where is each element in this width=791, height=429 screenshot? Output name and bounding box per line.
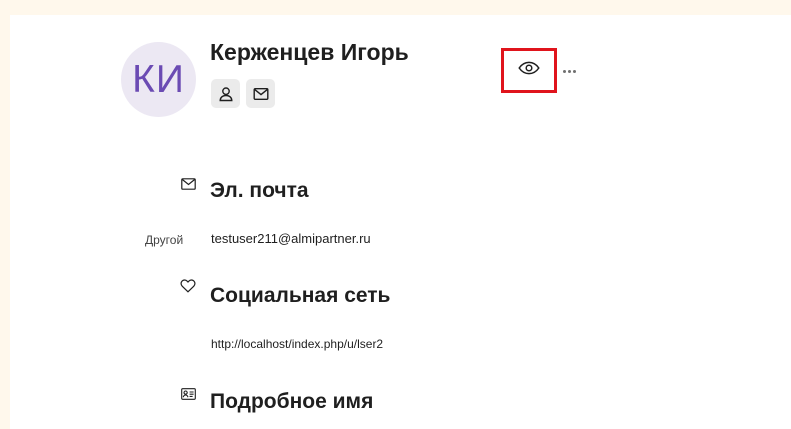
user-icon — [218, 86, 234, 102]
profile-button[interactable] — [211, 79, 240, 108]
more-actions-button[interactable] — [560, 64, 578, 78]
contact-actions — [211, 79, 275, 108]
mail-icon — [253, 87, 269, 101]
mail-icon — [179, 175, 197, 193]
email-type-label: Другой — [145, 233, 184, 247]
eye-icon — [518, 61, 540, 80]
avatar: КИ — [121, 42, 196, 117]
send-email-button[interactable] — [246, 79, 275, 108]
more-dot — [572, 69, 576, 73]
email-value[interactable]: testuser211@almipartner.ru — [211, 231, 371, 246]
heart-icon — [179, 277, 197, 295]
social-link[interactable]: http://localhost/index.php/u/lser2 — [211, 337, 383, 351]
id-card-icon — [179, 385, 197, 403]
email-section-title: Эл. почта — [210, 179, 309, 202]
contact-name: Керженцев Игорь — [210, 39, 409, 65]
fullname-section-title: Подробное имя — [210, 390, 374, 413]
more-dot — [567, 69, 571, 73]
social-section-title: Социальная сеть — [210, 284, 391, 307]
avatar-initials: КИ — [132, 57, 185, 101]
more-horizontal-icon — [562, 69, 566, 73]
view-button[interactable] — [501, 48, 557, 93]
